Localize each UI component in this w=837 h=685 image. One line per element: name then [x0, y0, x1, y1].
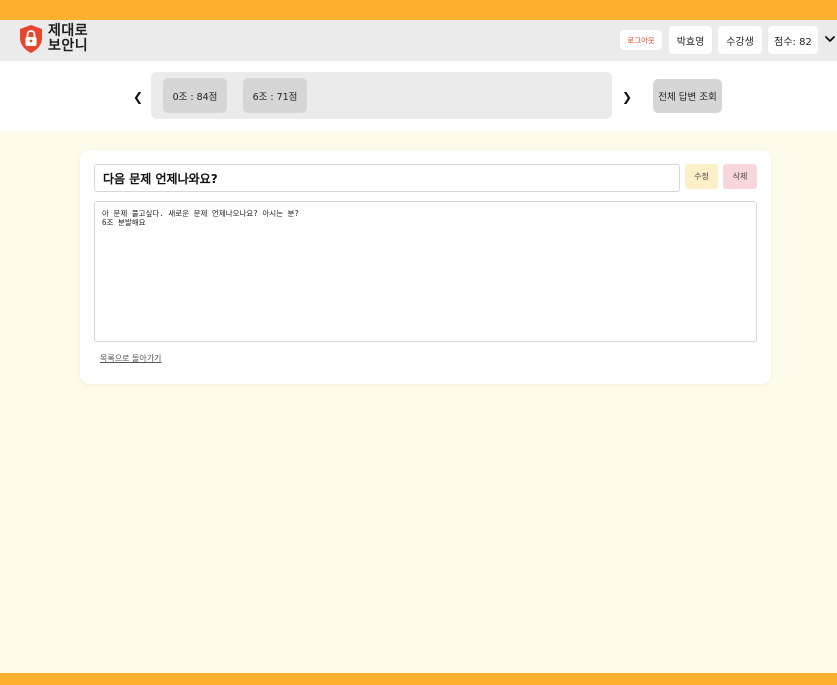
header: 제대로 보안니 로그아웃 박효영 수강생 점수: 82: [0, 20, 837, 61]
post-content-area[interactable]: 아 문제 풀고싶다. 새로운 문제 언제나오나요? 아시는 분? 6조 분발해요: [94, 201, 757, 342]
logo-line-1: 제대로: [48, 23, 89, 39]
user-role-badge: 수강생: [718, 26, 762, 54]
logout-button[interactable]: 로그아웃: [620, 30, 662, 50]
edit-button[interactable]: 수정: [685, 164, 718, 189]
user-name-badge: 박효영: [669, 26, 712, 54]
bottom-accent-bar: [0, 673, 837, 685]
post-card: 다음 문제 언제나와요? 수정 삭제 아 문제 풀고싶다. 새로운 문제 언제나…: [80, 150, 771, 384]
group-score-strip: 0조 : 84점 6조 : 71점: [151, 72, 612, 119]
chevron-down-icon[interactable]: [824, 33, 836, 45]
group-navigation: ❮ 0조 : 84점 6조 : 71점 ❯ 전체 답변 조회: [0, 61, 837, 131]
top-accent-bar: [0, 0, 837, 20]
view-all-answers-button[interactable]: 전체 답변 조회: [653, 79, 722, 113]
next-arrow-button[interactable]: ❯: [622, 90, 632, 104]
delete-button[interactable]: 삭제: [723, 164, 757, 189]
post-title-field[interactable]: 다음 문제 언제나와요?: [94, 164, 680, 192]
logo-line-2: 보안니: [48, 38, 89, 54]
prev-arrow-button[interactable]: ❮: [133, 90, 143, 104]
score-badge: 점수: 82: [768, 26, 818, 54]
logo-text: 제대로 보안니: [48, 24, 88, 54]
group-tab-0[interactable]: 0조 : 84점: [163, 78, 227, 113]
group-tab-6[interactable]: 6조 : 71점: [243, 78, 307, 113]
logo[interactable]: 제대로 보안니: [19, 24, 88, 54]
shield-lock-icon: [20, 25, 42, 53]
back-to-list-link[interactable]: 목록으로 돌아가기: [100, 353, 161, 364]
